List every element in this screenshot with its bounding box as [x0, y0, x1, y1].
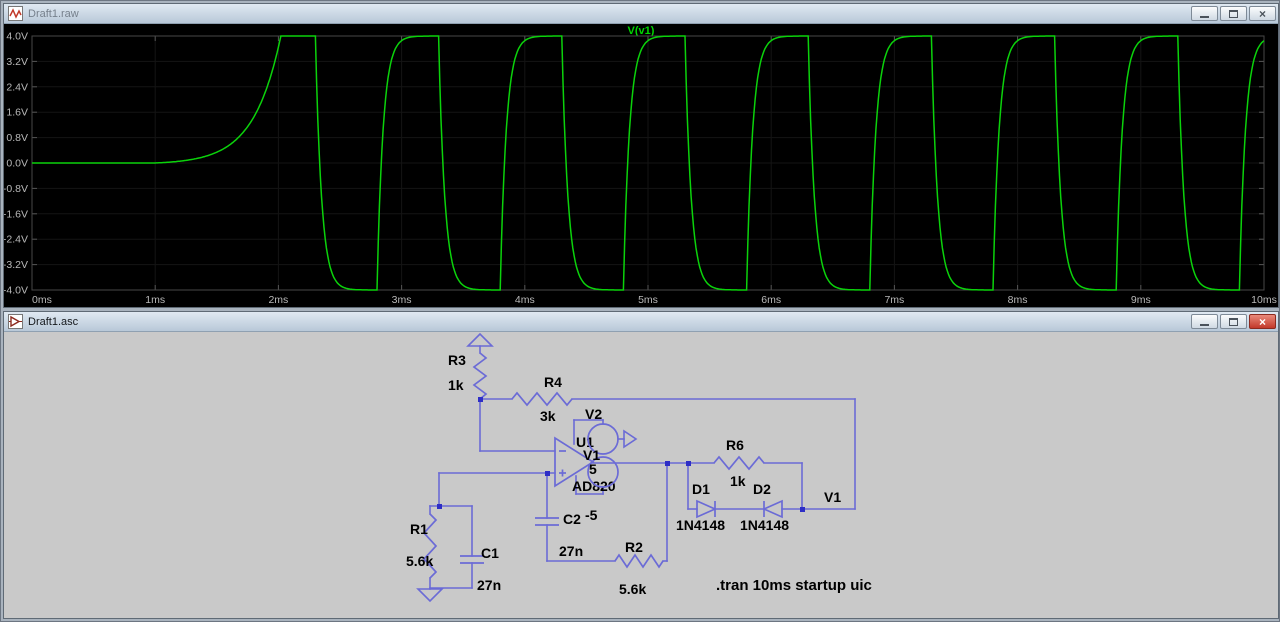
close-icon: × [1258, 6, 1266, 21]
y-axis-tick-label: -2.4V [4, 234, 28, 246]
component-name: C1 [481, 545, 499, 561]
x-axis-tick-label: 7ms [884, 294, 904, 306]
x-axis-tick-label: 3ms [392, 294, 412, 306]
component-value: 27n [559, 543, 583, 559]
y-axis-tick-label: 4.0V [6, 31, 28, 43]
y-axis-tick-label: 2.4V [6, 81, 28, 93]
waveform-window-icon[interactable] [8, 6, 23, 21]
trace-legend-label[interactable]: V(v1) [628, 25, 655, 37]
component-name: R4 [544, 374, 562, 390]
resistor-R3[interactable]: R3 1k [448, 352, 488, 400]
close-button[interactable]: × [1249, 6, 1276, 21]
waveform-plot-pane[interactable]: V(v1) 4.0V 3.2V 2.4V 1.6V 0.8V 0.0V -0.8V -1.6V… [3, 24, 1278, 307]
ground-symbol-right[interactable] [623, 429, 638, 449]
y-axis-tick-label: 0.0V [6, 158, 28, 170]
y-axis-tick-label: -4.0V [4, 285, 28, 297]
ltspice-app: Draft1.raw × V(v1) 4.0V 3.2V 2.4V 1.6V 0.8V 0… [0, 0, 1280, 622]
y-axis-tick-label: 1.6V [6, 107, 28, 119]
x-axis-tick-label: 1ms [145, 294, 165, 306]
component-value: 5.6k [406, 553, 433, 569]
maximize-icon [1229, 317, 1238, 326]
x-axis-tick-label: 5ms [638, 294, 658, 306]
component-value: -5 [585, 507, 598, 523]
waveform-titlebar[interactable]: Draft1.raw × [4, 4, 1278, 24]
close-button[interactable]: × [1249, 314, 1276, 329]
component-name: R2 [625, 539, 643, 555]
component-value: 5 [589, 461, 597, 477]
x-axis-tick-label: 10ms [1251, 294, 1277, 306]
component-name: R3 [448, 352, 466, 368]
schematic-window-controls: × [1189, 314, 1276, 329]
schematic-canvas[interactable]: R3 1k R4 3k R6 1k R2 5.6k R1 5.6k C1 27n… [4, 332, 1278, 618]
component-name: R6 [726, 437, 744, 453]
maximize-button[interactable] [1220, 6, 1247, 21]
component-value: 1N4148 [676, 517, 725, 533]
component-value: 5.6k [619, 581, 646, 597]
x-axis-tick-label: 2ms [268, 294, 288, 306]
schematic-window-icon[interactable] [8, 314, 23, 329]
schematic-window: Draft1.asc × R3 1k R4 3k R6 1k R2 5.6k R… [3, 311, 1279, 619]
waveform-window-controls: × [1189, 6, 1276, 21]
net-label-v1[interactable]: V1 [824, 489, 841, 505]
spice-directive[interactable]: .tran 10ms startup uic [716, 577, 872, 594]
y-axis-tick-label: 0.8V [6, 132, 28, 144]
y-axis-tick-label: -1.6V [4, 208, 28, 220]
maximize-icon [1229, 9, 1238, 18]
component-value: 1N4148 [740, 517, 789, 533]
component-value: 27n [477, 577, 501, 593]
waveform-window: Draft1.raw × V(v1) 4.0V 3.2V 2.4V 1.6V 0.8V 0… [3, 3, 1279, 308]
schematic-window-title: Draft1.asc [28, 315, 79, 328]
minimize-button[interactable] [1191, 6, 1218, 21]
x-axis-tick-label: 6ms [761, 294, 781, 306]
diode-D1[interactable]: D1 1N4148 [676, 481, 725, 533]
minimize-icon [1200, 16, 1209, 18]
x-axis-tick-label: 8ms [1008, 294, 1028, 306]
waveform-plot-canvas[interactable]: V(v1) 4.0V 3.2V 2.4V 1.6V 0.8V 0.0V -0.8V -1.6V… [3, 24, 1278, 307]
ground-symbol-down[interactable] [416, 588, 444, 603]
x-axis-tick-label: 0ms [32, 294, 52, 306]
component-value: 1k [448, 377, 464, 393]
y-axis-tick-label: -3.2V [4, 259, 28, 271]
wire-junctions [437, 397, 805, 512]
ground-symbol-up[interactable] [466, 332, 494, 347]
minimize-icon [1200, 324, 1209, 326]
capacitor-C1[interactable]: C1 27n [460, 545, 501, 593]
component-name: D1 [692, 481, 710, 497]
x-axis-tick-label: 4ms [515, 294, 535, 306]
component-name: D2 [753, 481, 771, 497]
component-name: V2 [585, 406, 602, 422]
y-axis-tick-label: 3.2V [6, 56, 28, 68]
component-name: C2 [563, 511, 581, 527]
component-value: 1k [730, 473, 746, 489]
maximize-button[interactable] [1220, 314, 1247, 329]
minimize-button[interactable] [1191, 314, 1218, 329]
opamp-U1[interactable]: U1 AD820 [554, 434, 616, 494]
component-name: R1 [410, 521, 428, 537]
resistor-R4[interactable]: R4 3k [511, 374, 573, 424]
capacitor-C2[interactable]: C2 27n [535, 511, 583, 559]
component-value: 3k [540, 408, 556, 424]
close-icon: × [1258, 314, 1266, 329]
y-axis-tick-label: -0.8V [4, 183, 28, 195]
resistor-R2[interactable]: R2 5.6k [614, 539, 664, 597]
x-axis-tick-label: 9ms [1131, 294, 1151, 306]
schematic-titlebar[interactable]: Draft1.asc × [4, 312, 1278, 332]
resistor-R1[interactable]: R1 5.6k [406, 513, 438, 579]
diode-D2[interactable]: D2 1N4148 [740, 481, 789, 533]
waveform-window-title: Draft1.raw [28, 7, 79, 20]
